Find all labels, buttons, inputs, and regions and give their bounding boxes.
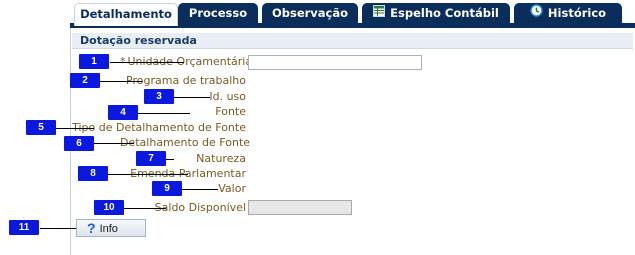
callout-leader-11 — [40, 228, 76, 229]
tab-historico[interactable]: Histórico — [514, 3, 622, 24]
callout-leader-9 — [182, 189, 218, 190]
field-label-fonte: Fonte — [215, 105, 246, 118]
tab-label: Observação — [271, 6, 349, 20]
tab-processo[interactable]: Processo — [178, 3, 258, 24]
info-button-label: Info — [99, 223, 118, 235]
tab-observacao[interactable]: Observação — [262, 3, 358, 24]
callout-badge-7: 7 — [136, 151, 166, 166]
saldo-disponivel-field — [248, 200, 352, 215]
callout-badge-3: 3 — [144, 89, 174, 104]
field-label-detalhamento-fonte: Detalhamento de Fonte — [120, 136, 251, 149]
callout-leader-5 — [56, 128, 94, 129]
tab-label: Processo — [188, 6, 248, 20]
callout-leader-3 — [174, 97, 210, 98]
callout-badge-6: 6 — [64, 136, 94, 151]
tab-label: Histórico — [547, 6, 607, 20]
detail-form-screen: Detalhamento Processo Observação Espelho… — [0, 0, 635, 255]
tab-label: Espelho Contábil — [390, 6, 499, 20]
callout-leader-8 — [108, 174, 188, 175]
callout-badge-2: 2 — [70, 73, 100, 88]
tab-label: Detalhamento — [80, 7, 172, 21]
callout-leader-1 — [110, 62, 184, 63]
history-icon — [530, 3, 543, 24]
tab-espelho-contabil[interactable]: Espelho Contábil — [362, 3, 510, 24]
callout-leader-2 — [100, 81, 142, 82]
callout-leader-7 — [166, 159, 174, 160]
callout-badge-8: 8 — [78, 166, 108, 181]
callout-badge-10: 10 — [94, 200, 124, 215]
callout-badge-11: 11 — [9, 220, 39, 235]
callout-badge-9: 9 — [152, 181, 182, 196]
callout-badge-1: 1 — [79, 54, 109, 69]
unidade-orcamentaria-input[interactable] — [248, 55, 422, 70]
question-mark-icon: ? — [87, 220, 96, 236]
callout-leader-4 — [138, 113, 190, 114]
section-title: Dotação reservada — [72, 33, 633, 49]
tab-detalhamento[interactable]: Detalhamento — [74, 3, 178, 26]
spreadsheet-icon — [373, 3, 386, 24]
info-button[interactable]: ? Info — [76, 219, 146, 237]
callout-leader-10 — [124, 208, 166, 209]
callout-leader-6 — [94, 143, 134, 144]
callout-badge-4: 4 — [108, 105, 138, 120]
callout-badge-5: 5 — [26, 120, 56, 135]
